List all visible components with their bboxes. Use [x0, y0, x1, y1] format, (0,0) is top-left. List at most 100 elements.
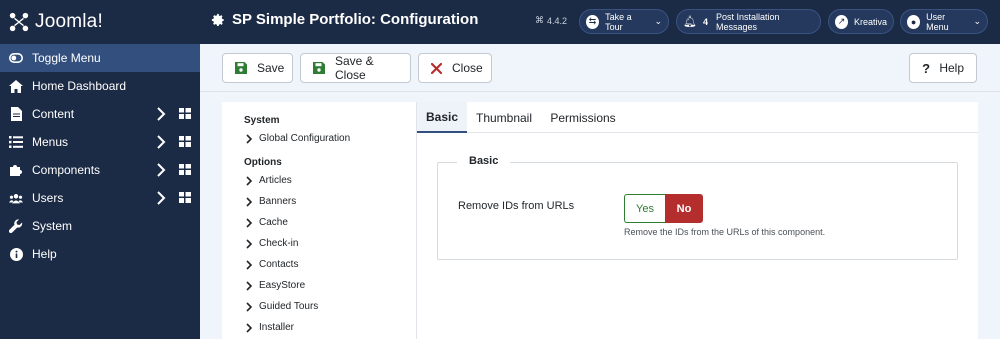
sidebar-item-system[interactable]: System — [0, 212, 200, 240]
nav-link-global-configuration[interactable]: Global Configuration — [244, 133, 350, 144]
nav-link-check-in[interactable]: Check-in — [244, 238, 298, 249]
chevron-down-icon: ⌄ — [973, 16, 981, 26]
chevron-right-icon[interactable] — [156, 107, 166, 121]
sidebar-item-label: Components — [32, 163, 101, 177]
help-button[interactable]: ? Help — [909, 53, 977, 83]
save-icon — [313, 62, 325, 75]
site-link-button[interactable]: ↗ Kreativa — [828, 9, 894, 34]
sidebar-item-label: System — [32, 219, 73, 233]
dashboard-grid-icon[interactable] — [179, 136, 191, 147]
save-close-label: Save & Close — [335, 54, 374, 82]
gear-icon — [211, 13, 224, 26]
header-bar: Joomla! SP Simple Portfolio: Configurati… — [0, 0, 1000, 44]
sidebar-item-label: Content — [32, 107, 75, 121]
sidebar-item-label: Toggle Menu — [32, 51, 101, 65]
take-tour-button[interactable]: ⇆ Take a Tour ⌄ — [579, 9, 669, 34]
chevron-right-icon — [246, 196, 253, 207]
remove-ids-description: Remove the IDs from the URLs of this com… — [624, 227, 826, 237]
nav-link-label: Guided Tours — [259, 301, 319, 312]
toggle-icon — [9, 51, 23, 65]
joomla-logo[interactable]: Joomla! — [8, 10, 103, 34]
tab-thumbnail[interactable]: Thumbnail — [469, 102, 539, 133]
nav-link-label: EasyStore — [259, 280, 306, 291]
component-options-nav: System Global Configuration Options Arti… — [222, 102, 417, 339]
chevron-right-icon — [246, 238, 253, 249]
nav-link-guided-tours[interactable]: Guided Tours — [244, 301, 318, 312]
nav-link-easystore[interactable]: EasyStore — [244, 280, 305, 291]
close-label: Close — [452, 61, 483, 75]
chevron-down-icon: ⌄ — [654, 16, 662, 26]
wrench-icon — [9, 219, 23, 233]
nav-link-banners[interactable]: Banners — [244, 196, 296, 207]
take-tour-label: Take a Tour — [605, 11, 632, 32]
dashboard-grid-icon[interactable] — [179, 164, 191, 175]
puzzle-icon — [9, 163, 23, 177]
sidebar-item-content[interactable]: Content — [0, 100, 200, 128]
version-text: 4.4.2 — [547, 15, 568, 26]
chevron-right-icon[interactable] — [156, 163, 166, 177]
nav-link-label: Installer — [259, 322, 295, 333]
tab-permissions[interactable]: Permissions — [543, 102, 623, 133]
sidebar-item-toggle-menu[interactable]: Toggle Menu — [0, 44, 200, 72]
chevron-right-icon — [246, 259, 253, 270]
sidebar-item-home-dashboard[interactable]: Home Dashboard — [0, 72, 200, 100]
nav-link-contacts[interactable]: Contacts — [244, 259, 298, 270]
external-link-icon: ↗ — [835, 14, 848, 29]
sidebar-item-help[interactable]: Help — [0, 240, 200, 268]
site-label: Kreativa — [853, 16, 887, 27]
chevron-right-icon — [246, 280, 253, 291]
nav-link-installer[interactable]: Installer — [244, 322, 294, 333]
sidebar-item-menus[interactable]: Menus — [0, 128, 200, 156]
nav-link-label: Check-in — [259, 238, 299, 249]
dashboard-grid-icon[interactable] — [179, 192, 191, 203]
no-option[interactable]: No — [665, 194, 703, 223]
user-menu-label: User Menu — [926, 11, 949, 32]
tab-basic[interactable]: Basic — [417, 102, 467, 133]
user-menu-button[interactable]: ● User Menu ⌄ — [900, 9, 988, 34]
chevron-right-icon — [246, 175, 253, 186]
save-close-button[interactable]: Save & Close — [300, 53, 411, 83]
sidebar-item-label: Help — [32, 247, 57, 261]
joomla-small-icon: ⌘ — [535, 15, 544, 25]
nav-link-label: Global Configuration — [259, 133, 351, 144]
sidebar: Toggle Menu Home Dashboard Content Menus… — [0, 44, 200, 339]
nav-heading-system: System — [244, 115, 280, 126]
file-icon — [9, 107, 23, 121]
nav-heading-options: Options — [244, 157, 282, 168]
nav-link-label: Cache — [259, 217, 288, 228]
basic-fieldset: Basic Remove IDs from URLs Yes No Remove… — [437, 155, 958, 260]
user-icon: ● — [907, 14, 921, 29]
close-icon — [431, 62, 442, 75]
toolbar: Save Save & Close Close ? Help — [200, 44, 1000, 92]
sidebar-item-users[interactable]: Users — [0, 184, 200, 212]
yes-option[interactable]: Yes — [624, 194, 665, 223]
sidebar-item-label: Users — [32, 191, 64, 205]
post-installation-messages-button[interactable]: 🔔︎ 4 Post Installation Messages — [676, 9, 821, 34]
sidebar-item-components[interactable]: Components — [0, 156, 200, 184]
nav-link-label: Contacts — [259, 259, 299, 270]
nav-link-articles[interactable]: Articles — [244, 175, 292, 186]
dashboard-grid-icon[interactable] — [179, 108, 191, 119]
chevron-right-icon — [246, 301, 253, 312]
post-install-label: Post Installation Messages — [715, 11, 780, 32]
chevron-right-icon[interactable] — [156, 191, 166, 205]
chevron-right-icon — [246, 217, 253, 228]
users-icon — [9, 191, 23, 205]
list-icon — [9, 135, 23, 149]
save-button[interactable]: Save — [222, 53, 293, 83]
nav-link-cache[interactable]: Cache — [244, 217, 288, 228]
question-icon: ? — [922, 60, 931, 76]
chevron-right-icon — [246, 133, 253, 144]
close-button[interactable]: Close — [418, 53, 492, 83]
sidebar-item-label: Menus — [32, 135, 69, 149]
sidebar-item-label: Home Dashboard — [32, 79, 127, 93]
chevron-right-icon[interactable] — [156, 135, 166, 149]
remove-ids-label: Remove IDs from URLs — [458, 200, 575, 212]
nav-link-label: Articles — [259, 175, 292, 186]
chevron-right-icon — [246, 322, 253, 333]
nav-link-label: Banners — [259, 196, 297, 207]
version-info: ⌘ 4.4.2 — [535, 15, 567, 26]
home-icon — [9, 79, 23, 93]
notification-count: 4 — [702, 16, 708, 27]
save-label: Save — [257, 61, 285, 75]
